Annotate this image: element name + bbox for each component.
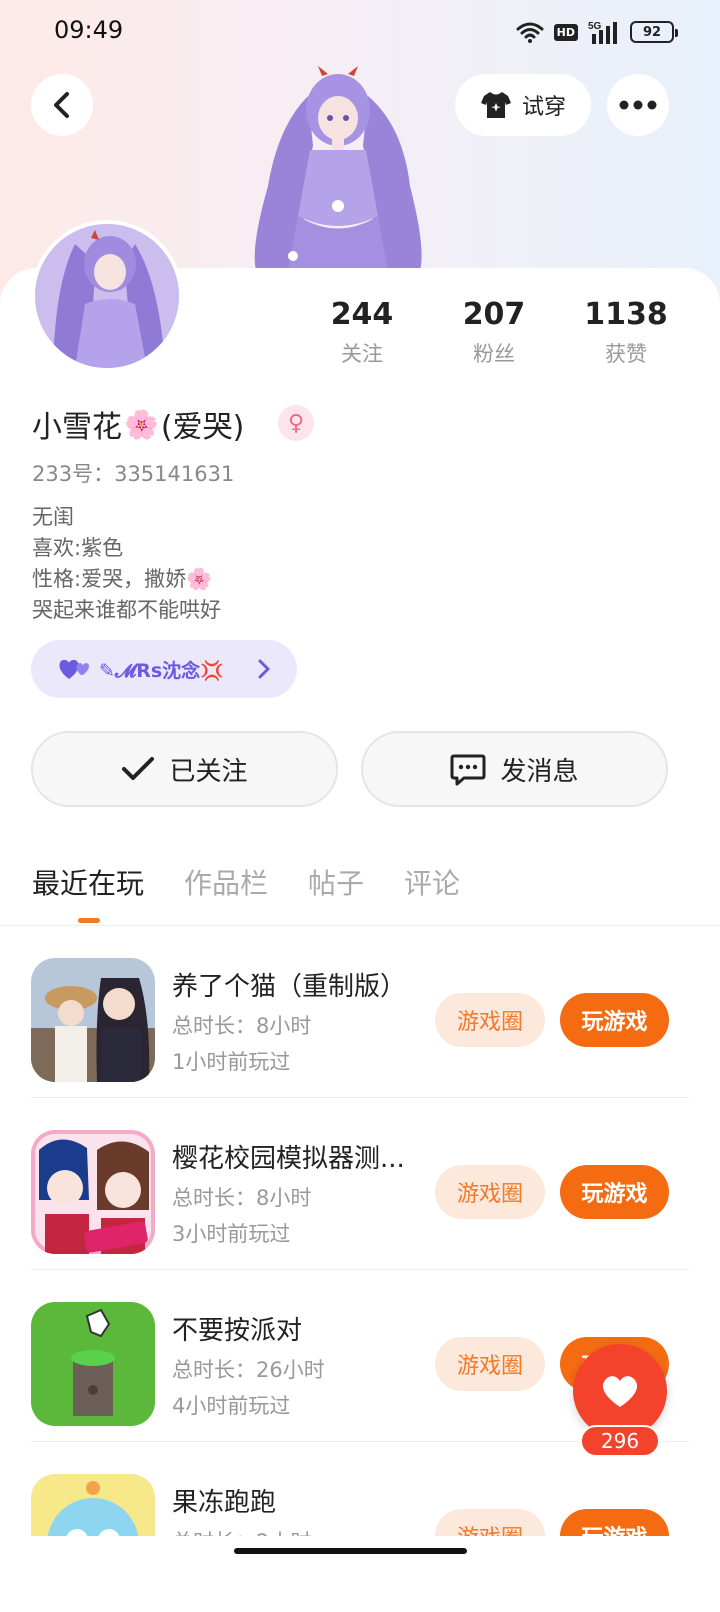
game-title[interactable]: 养了个猫（重制版） — [172, 966, 412, 1003]
tryon-button[interactable]: 试穿 — [455, 74, 591, 136]
game-icon[interactable] — [31, 958, 155, 1082]
play-game-button[interactable]: 玩游戏 — [560, 993, 669, 1047]
nickname: 小雪花 🌸 (爱哭) — [32, 402, 244, 446]
stat-following-label: 关注 — [341, 342, 383, 366]
bio-line: 喜欢:紫色 — [32, 536, 124, 560]
bio-line: 性格:爱哭，撒娇🌸 — [32, 567, 213, 591]
game-playtime: 总时长：26小时 — [172, 1358, 325, 1382]
send-message-label: 发消息 — [500, 756, 579, 787]
game-last-played: 3小时前玩过 — [172, 1222, 291, 1246]
game-icon[interactable] — [31, 1474, 155, 1536]
status-icons: HD 5G 92 — [516, 18, 678, 46]
stat-fans-value: 207 — [462, 297, 526, 332]
status-time: 09:49 — [54, 16, 124, 44]
hearts-icon — [59, 659, 90, 679]
user-id[interactable]: 233号：335141631 — [32, 458, 234, 488]
tab-works[interactable]: 作品栏 — [184, 862, 268, 902]
character-figure[interactable] — [238, 66, 438, 276]
avatar-image — [35, 224, 179, 368]
game-title[interactable]: 不要按派对 — [172, 1310, 412, 1347]
stat-likes[interactable]: 1138 获赞 — [566, 296, 686, 368]
followed-button[interactable]: 已关注 — [31, 731, 338, 807]
stat-fans[interactable]: 207 粉丝 — [434, 296, 554, 368]
check-icon — [122, 757, 155, 780]
game-circle-button[interactable]: 游戏圈 — [435, 1337, 545, 1391]
more-dots-icon — [619, 100, 657, 110]
game-title[interactable]: 果冻跑跑 — [172, 1482, 412, 1519]
game-row[interactable]: 养了个猫（重制版） 总时长：8小时 1小时前玩过 游戏圈 玩游戏 — [0, 926, 720, 1098]
stat-following[interactable]: 244 关注 — [302, 296, 422, 368]
tshirt-icon — [480, 92, 511, 118]
game-row[interactable]: 樱花校园模拟器测... 总时长：8小时 3小时前玩过 游戏圈 玩游戏 — [0, 1098, 720, 1270]
signal-icon: 5G — [588, 21, 617, 44]
game-circle-button[interactable]: 游戏圈 — [435, 1509, 545, 1536]
game-playtime: 总时长：8小时 — [172, 1014, 312, 1038]
more-options-button[interactable] — [607, 74, 669, 136]
like-button[interactable] — [573, 1344, 667, 1438]
followed-label: 已关注 — [169, 756, 248, 787]
battery-indicator: 92 — [630, 21, 678, 43]
stat-likes-value: 1138 — [584, 297, 668, 332]
heart-icon — [602, 1376, 638, 1407]
fan-badge-name: ✎𝓜Rs沈念💢 — [99, 659, 224, 682]
game-title[interactable]: 樱花校园模拟器测... — [172, 1138, 412, 1175]
game-playtime: 总时长：8小时 — [172, 1186, 312, 1210]
game-last-played: 1小时前玩过 — [172, 1050, 291, 1074]
play-game-button[interactable]: 玩游戏 — [560, 1509, 669, 1536]
wifi-icon — [516, 22, 544, 43]
chevron-right-icon — [258, 659, 270, 679]
tryon-label: 试穿 — [521, 95, 566, 120]
chat-bubble-icon — [450, 754, 486, 786]
nickname-suffix: (爱哭) — [160, 410, 245, 445]
chevron-left-icon — [54, 92, 69, 118]
game-playtime: 总时长：2小时 — [172, 1526, 311, 1536]
tab-comments[interactable]: 评论 — [404, 862, 460, 902]
game-last-played: 4小时前玩过 — [172, 1394, 291, 1418]
game-icon[interactable] — [31, 1302, 155, 1426]
stat-following-value: 244 — [330, 297, 394, 332]
bio: 无闺 喜欢:紫色 性格:爱哭，撒娇🌸 哭起来谁都不能哄好 — [32, 502, 221, 626]
profile-tabs: 最近在玩 作品栏 帖子 评论 — [32, 862, 460, 902]
back-button[interactable] — [31, 74, 93, 136]
female-gender-icon: ♀ — [278, 405, 314, 441]
send-message-button[interactable]: 发消息 — [361, 731, 668, 807]
nickname-flower: 🌸 — [124, 407, 159, 441]
avatar[interactable] — [31, 220, 183, 372]
game-circle-button[interactable]: 游戏圈 — [435, 1165, 545, 1219]
play-game-button[interactable]: 玩游戏 — [560, 1165, 669, 1219]
fan-badge[interactable]: ✎𝓜Rs沈念💢 — [31, 640, 297, 698]
like-count: 296 — [580, 1425, 660, 1457]
stat-fans-label: 粉丝 — [473, 342, 515, 366]
status-bar: 09:49 HD 5G 92 — [0, 0, 720, 64]
nickname-text: 小雪花 — [32, 410, 122, 445]
active-tab-indicator — [78, 918, 100, 923]
stat-likes-label: 获赞 — [605, 342, 647, 366]
home-indicator[interactable] — [234, 1548, 467, 1554]
avatar-illustration — [35, 224, 179, 368]
bio-line: 哭起来谁都不能哄好 — [32, 598, 221, 622]
bio-line: 无闺 — [32, 505, 74, 529]
game-circle-button[interactable]: 游戏圈 — [435, 993, 545, 1047]
tab-recently-played[interactable]: 最近在玩 — [32, 862, 144, 902]
game-icon[interactable] — [31, 1130, 155, 1254]
hd-badge: HD — [553, 23, 578, 41]
tab-posts[interactable]: 帖子 — [308, 862, 364, 902]
